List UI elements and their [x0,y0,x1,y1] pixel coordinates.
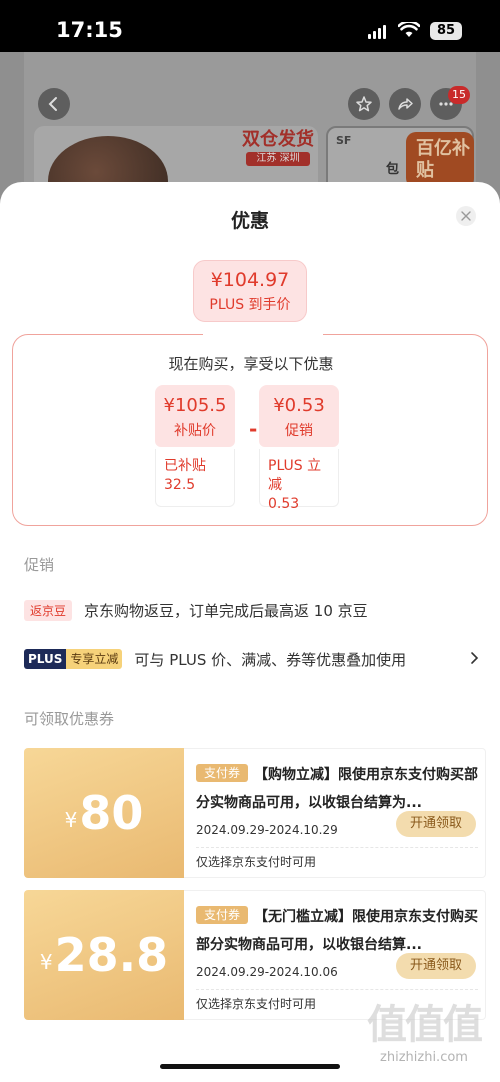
promo-text: 可与 PLUS 价、满减、券等优惠叠加使用 [134,650,407,669]
status-time: 17:15 [56,18,123,42]
plus-tag: PLUS 专享立减 [24,649,123,669]
status-bar: 17:15 85 [0,0,500,52]
coupon-amount-panel: ¥ 80 [24,748,184,878]
minus-operator: - [249,417,258,441]
component-value: ¥0.53 [273,395,325,416]
coupon-card: ¥ 80 支付券 【购物立减】限使用京东支付购买部分实物商品可用，以收银台结算为.… [24,748,486,880]
subsidy-badge: 百亿补贴 [406,132,474,188]
watermark-url: zhizhizhi.com [380,1050,468,1065]
claim-coupon-button[interactable]: 开通领取 [396,953,476,979]
subsidy-price-component: ¥105.5 补贴价 已补贴 32.5 [155,385,235,507]
coupon-tag: 支付券 [196,764,249,782]
coupon-currency: ¥ [64,808,78,832]
promo-text: 京东购物返豆，订单完成后最高返 10 京豆 [84,601,368,620]
notification-badge: 15 [448,86,470,104]
coupon-amount-panel: ¥ 28.8 [24,890,184,1020]
component-detail-amount: 32.5 [164,477,196,493]
coupon-tag: 支付券 [196,906,249,924]
sf-logo: SF [336,134,352,147]
coupon-amount: 80 [79,786,144,840]
close-button[interactable] [456,206,476,226]
breakdown-heading: 现在购买，享受以下优惠 [168,355,334,373]
coupon-date-range: 2024.09.29-2024.10.06 [196,965,338,979]
component-label: 补贴价 [174,423,216,439]
watermark-logo: 值值值 [367,1002,483,1048]
promotion-component: ¥0.53 促销 PLUS 立减 0.53 [259,385,339,512]
coupon-note: 仅选择京东支付时可用 [196,855,317,869]
coupon-currency: ¥ [39,950,53,974]
sheet-title: 优惠 [230,210,269,232]
component-detail: 已补贴 [164,458,206,474]
coupons-title: 可领取优惠券 [24,710,115,728]
final-price-badge: ¥104.97 PLUS 到手价 [193,260,307,322]
price-breakdown: 现在购买，享受以下优惠 ¥105.5 补贴价 已补贴 32.5 - ¥0.53 … [12,323,488,526]
signal-icon [368,25,386,39]
wifi-icon [398,22,420,37]
component-value: ¥105.5 [163,395,227,416]
star-icon [356,96,372,112]
claim-coupon-button[interactable]: 开通领取 [396,811,476,837]
share-icon [398,98,413,110]
coupon-date-range: 2024.09.29-2024.10.29 [196,823,338,837]
back-button[interactable] [38,88,70,120]
final-price: ¥104.97 [210,269,290,291]
coupon-divider [196,847,478,848]
component-label: 促销 [285,423,313,439]
favorite-button[interactable] [348,88,380,120]
component-detail: PLUS 立减 [268,458,322,493]
jingdou-tag: 返京豆 [24,599,73,621]
component-detail-amount: 0.53 [268,496,300,512]
promo-row-jingdou: 返京豆 京东购物返豆，订单完成后最高返 10 京豆 [24,598,484,622]
back-arrow-icon [48,97,57,111]
coupon-amount: 28.8 [54,928,169,982]
warehouse-stamp: 双仓发货 江苏 深圳 [242,129,314,166]
coupon-divider [196,989,478,990]
coupon-note: 仅选择京东支付时可用 [196,997,317,1011]
home-indicator[interactable] [160,1064,340,1069]
final-price-label: PLUS 到手价 [209,297,291,313]
coupon-details: 支付券 【购物立减】限使用京东支付购买部分实物商品可用，以收银台结算为... 20… [184,748,486,878]
promotions-title: 促销 [24,556,55,574]
promo-row-plus[interactable]: PLUS 专享立减 可与 PLUS 价、满减、券等优惠叠加使用 [24,647,484,671]
share-button[interactable] [389,88,421,120]
chevron-right-icon [471,652,479,664]
close-icon [461,211,471,221]
discount-sheet: 优惠 ¥104.97 PLUS 到手价 现在购买，享受以下优惠 ¥105.5 补… [0,182,500,1082]
watermark: 值值值 zhizhizhi.com [354,1000,494,1078]
battery-indicator: 85 [430,22,462,40]
